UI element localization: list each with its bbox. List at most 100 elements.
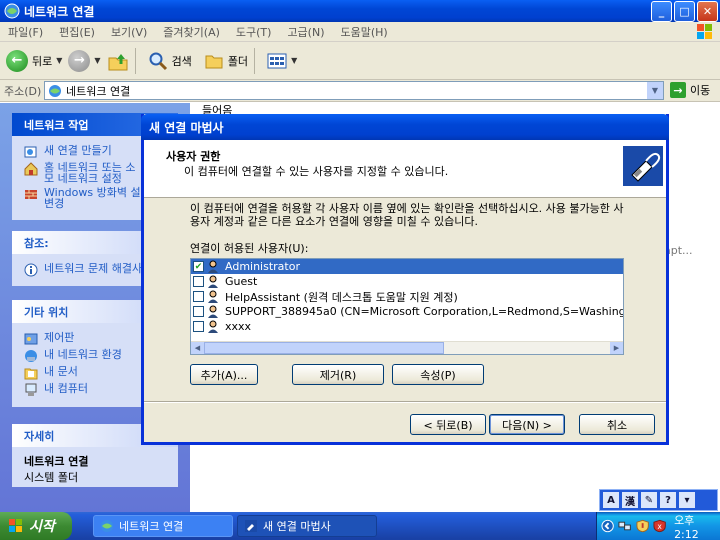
menu-tools[interactable]: 도구(T)	[228, 24, 280, 40]
minimize-button[interactable]: _	[651, 1, 672, 22]
chevron-down-icon[interactable]: ▼	[56, 56, 62, 65]
user-checkbox[interactable]	[193, 291, 204, 302]
start-button[interactable]: 시작	[0, 512, 72, 540]
instructions-text: 이 컴퓨터에 연결을 허용할 각 사용자 이름 옆에 있는 확인란을 선택하십시…	[190, 202, 624, 228]
horizontal-scrollbar[interactable]: ◀ ▶	[191, 341, 623, 354]
minimize-icon[interactable]: ▾	[679, 492, 695, 508]
user-name: xxxx	[225, 320, 252, 333]
toolbar-separator	[254, 47, 256, 74]
dialog-title: 새 연결 마법사	[141, 114, 669, 140]
user-row-support[interactable]: SUPPORT_388945a0 (CN=Microsoft Corporati…	[191, 304, 623, 319]
scroll-thumb[interactable]	[204, 342, 444, 354]
wizard-icon	[245, 520, 257, 532]
details-name: 네트워크 연결	[24, 455, 89, 468]
user-icon	[208, 290, 218, 303]
properties-button[interactable]: 속성(P)	[392, 364, 484, 385]
user-row-xxxx[interactable]: xxxx	[191, 319, 623, 334]
language-bar: A 漢 ✎ ? ▾	[599, 489, 718, 511]
dialog-separator	[144, 401, 666, 403]
network-connections-icon	[49, 84, 61, 97]
taskbar-item-network-connections[interactable]: 네트워크 연결	[93, 515, 233, 537]
expand-tray-icon[interactable]	[601, 519, 614, 533]
chevron-down-icon[interactable]: ▼	[94, 56, 100, 65]
scroll-left-icon[interactable]: ◀	[191, 342, 204, 354]
search-button[interactable]: 검색	[148, 46, 192, 76]
network-connections-icon	[4, 3, 20, 19]
windows-logo-icon	[697, 24, 712, 39]
create-connection-label: 새 연결 만들기	[44, 144, 112, 157]
user-checkbox[interactable]	[193, 276, 204, 287]
go-label: 이동	[690, 84, 711, 97]
details-type: 시스템 폴더	[24, 471, 79, 484]
chevron-down-icon[interactable]: ▼	[647, 82, 663, 99]
my-computer-label: 내 컴퓨터	[44, 382, 88, 395]
menu-favorites[interactable]: 즐겨찾기(A)	[155, 24, 228, 40]
back-button[interactable]: ← 뒤로 ▼	[6, 46, 62, 76]
views-icon	[267, 53, 287, 68]
my-documents-label: 내 문서	[44, 365, 78, 378]
network-troubleshooter-label: 네트워크 문제 해결사	[44, 262, 143, 275]
firewall-settings-label: Windows 방화벽 설 변경	[44, 186, 141, 210]
views-button[interactable]: ▼	[267, 46, 297, 76]
next-button[interactable]: 다음(N) >	[489, 414, 565, 435]
hanja-button[interactable]: 漢	[622, 492, 638, 508]
folders-button[interactable]: 폴더	[204, 46, 248, 76]
chevron-down-icon[interactable]: ▼	[291, 56, 297, 65]
user-icon	[208, 320, 218, 333]
forward-button[interactable]: → ▼	[68, 46, 101, 76]
menu-advanced[interactable]: 고급(N)	[279, 24, 332, 40]
user-checkbox[interactable]: ✔	[193, 261, 204, 272]
up-folder-button[interactable]	[107, 46, 129, 76]
go-button[interactable]: → 이동	[670, 82, 710, 98]
security-shield-icon[interactable]	[636, 519, 649, 533]
clock: 오후 2:12	[674, 513, 699, 540]
control-panel-icon	[24, 333, 38, 345]
user-row-guest[interactable]: Guest	[191, 274, 623, 289]
menu-help[interactable]: 도움말(H)	[333, 24, 396, 40]
toolbar-separator	[134, 47, 136, 74]
user-name: Guest	[225, 275, 258, 288]
taskbar-item-label: 네트워크 연결	[119, 520, 184, 533]
menu-file[interactable]: 파일(F)	[0, 24, 51, 40]
help-icon[interactable]: ?	[660, 492, 676, 508]
user-checkbox[interactable]	[193, 306, 204, 317]
taskbar: 시작 네트워크 연결 새 연결 마법사 x 오후 2:12	[0, 512, 720, 540]
home-network-label: 홈 네트워크 또는 소 모 네트워크 설정	[44, 161, 136, 185]
back-label: 뒤로	[32, 54, 53, 68]
search-label: 검색	[171, 54, 192, 68]
menu-view[interactable]: 보기(V)	[103, 24, 155, 40]
back-arrow-icon: ←	[6, 49, 28, 72]
taskbar-item-new-connection-wizard[interactable]: 새 연결 마법사	[237, 515, 377, 537]
input-mode-button[interactable]: A	[603, 492, 619, 508]
scroll-right-icon[interactable]: ▶	[610, 342, 623, 354]
remove-user-button[interactable]: 제거(R)	[292, 364, 384, 385]
my-computer-icon	[25, 383, 37, 396]
address-bar: 주소(D) 네트워크 연결 ▼ → 이동	[0, 80, 720, 102]
maximize-button[interactable]: □	[674, 1, 695, 22]
menu-edit[interactable]: 편집(E)	[51, 24, 103, 40]
start-label: 시작	[29, 519, 55, 535]
user-checkbox[interactable]	[193, 321, 204, 332]
search-icon	[149, 52, 167, 70]
user-name: SUPPORT_388945a0 (CN=Microsoft Corporati…	[225, 305, 623, 318]
connection-cable-icon	[623, 146, 663, 186]
windows-flag-icon	[9, 519, 22, 532]
home-network-icon	[24, 162, 38, 176]
user-row-helpassistant[interactable]: HelpAssistant (원격 데스크톱 도움말 지원 계정)	[191, 289, 623, 304]
window-titlebar: 네트워크 연결 _ □ ✕	[0, 0, 720, 22]
back-button[interactable]: < 뒤로(B)	[410, 414, 486, 435]
allowed-users-list[interactable]: ✔ Administrator Guest HelpAssistant (원격 …	[190, 258, 624, 355]
close-button[interactable]: ✕	[697, 1, 718, 22]
user-row-administrator[interactable]: ✔ Administrator	[191, 259, 623, 274]
taskbar-item-label: 새 연결 마법사	[263, 520, 331, 533]
cancel-button[interactable]: 취소	[579, 414, 655, 435]
ime-pad-icon[interactable]: ✎	[641, 492, 657, 508]
address-input[interactable]: 네트워크 연결 ▼	[44, 81, 664, 100]
add-user-button[interactable]: 추가(A)...	[190, 364, 258, 385]
wizard-header-title: 사용자 권한	[166, 150, 221, 163]
network-connections-icon	[101, 520, 113, 532]
info-icon	[24, 263, 38, 277]
address-value: 네트워크 연결	[66, 84, 131, 98]
network-tray-icon[interactable]	[618, 519, 632, 533]
security-alert-icon[interactable]: x	[653, 519, 666, 533]
